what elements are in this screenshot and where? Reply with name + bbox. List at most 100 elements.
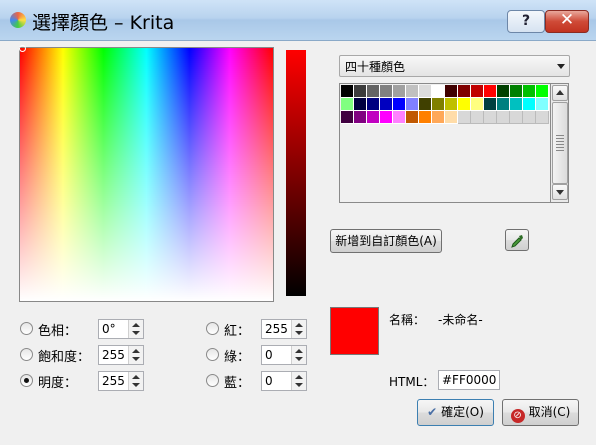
eyedropper-icon bbox=[511, 235, 523, 248]
empty-swatch[interactable] bbox=[484, 111, 497, 124]
hue-stepper[interactable] bbox=[128, 320, 143, 338]
color-swatch[interactable] bbox=[367, 98, 380, 111]
green-spinbox[interactable]: 0 bbox=[261, 345, 307, 365]
up-arrow-icon[interactable] bbox=[295, 375, 303, 379]
color-swatch[interactable] bbox=[419, 85, 432, 98]
up-arrow-icon[interactable] bbox=[132, 375, 140, 379]
add-custom-color-button[interactable]: 新增到自訂顏色(A) bbox=[330, 229, 442, 253]
scroll-down-button[interactable] bbox=[552, 184, 568, 200]
down-arrow-icon[interactable] bbox=[132, 331, 140, 335]
close-button[interactable]: ✕ bbox=[545, 10, 589, 33]
empty-swatch[interactable] bbox=[536, 111, 549, 124]
saturation-radio[interactable] bbox=[20, 348, 33, 361]
red-radio[interactable] bbox=[206, 322, 219, 335]
color-swatch[interactable] bbox=[484, 85, 497, 98]
palette-dropdown[interactable]: 四十種顏色 bbox=[339, 55, 570, 77]
down-arrow-icon[interactable] bbox=[295, 357, 303, 361]
html-color-value: #FF0000 bbox=[442, 373, 497, 387]
red-spinbox[interactable]: 255 bbox=[261, 319, 307, 339]
value-spinbox[interactable]: 255 bbox=[98, 371, 144, 391]
value-stepper[interactable] bbox=[128, 372, 143, 390]
color-swatch[interactable] bbox=[497, 85, 510, 98]
empty-swatch[interactable] bbox=[510, 111, 523, 124]
color-swatch[interactable] bbox=[367, 111, 380, 124]
blue-spinbox[interactable]: 0 bbox=[261, 371, 307, 391]
cancel-icon: ⊘ bbox=[510, 409, 525, 423]
color-swatch[interactable] bbox=[419, 111, 432, 124]
up-arrow-icon[interactable] bbox=[132, 323, 140, 327]
empty-swatch[interactable] bbox=[471, 111, 484, 124]
color-swatch[interactable] bbox=[380, 98, 393, 111]
blue-stepper[interactable] bbox=[291, 372, 306, 390]
color-swatch[interactable] bbox=[536, 98, 549, 111]
color-swatch[interactable] bbox=[471, 98, 484, 111]
color-swatch[interactable] bbox=[393, 85, 406, 98]
color-swatch[interactable] bbox=[419, 98, 432, 111]
empty-swatch[interactable] bbox=[523, 111, 536, 124]
color-swatch[interactable] bbox=[536, 85, 549, 98]
color-swatch[interactable] bbox=[354, 111, 367, 124]
color-swatch[interactable] bbox=[406, 85, 419, 98]
color-swatch[interactable] bbox=[523, 85, 536, 98]
color-swatch[interactable] bbox=[445, 98, 458, 111]
color-swatch[interactable] bbox=[380, 85, 393, 98]
hue-radio[interactable] bbox=[20, 322, 33, 335]
color-swatch[interactable] bbox=[510, 85, 523, 98]
color-swatch[interactable] bbox=[432, 85, 445, 98]
grip-icon bbox=[556, 135, 564, 151]
down-arrow-icon[interactable] bbox=[295, 331, 303, 335]
value-slider[interactable] bbox=[286, 50, 306, 296]
ok-button[interactable]: ✔ 確定(O) bbox=[417, 399, 494, 426]
chevron-down-icon[interactable] bbox=[557, 64, 565, 69]
empty-swatch[interactable] bbox=[497, 111, 510, 124]
color-swatch[interactable] bbox=[471, 85, 484, 98]
color-swatch[interactable] bbox=[497, 98, 510, 111]
scroll-up-button[interactable] bbox=[552, 85, 568, 101]
up-arrow-icon[interactable] bbox=[132, 349, 140, 353]
down-arrow-icon[interactable] bbox=[132, 383, 140, 387]
color-swatch[interactable] bbox=[510, 98, 523, 111]
scroll-thumb[interactable] bbox=[552, 102, 568, 184]
color-swatch[interactable] bbox=[341, 98, 354, 111]
up-arrow-icon[interactable] bbox=[295, 323, 303, 327]
color-swatch[interactable] bbox=[406, 111, 419, 124]
color-swatch[interactable] bbox=[458, 98, 471, 111]
color-swatch[interactable] bbox=[354, 85, 367, 98]
color-swatch[interactable] bbox=[445, 111, 458, 124]
palette-scrollbar[interactable] bbox=[550, 83, 569, 203]
spectrum-cursor[interactable] bbox=[19, 45, 26, 52]
down-arrow-icon[interactable] bbox=[295, 383, 303, 387]
down-arrow-icon[interactable] bbox=[132, 357, 140, 361]
palette-dropdown-value: 四十種顏色 bbox=[345, 60, 406, 74]
color-swatch[interactable] bbox=[380, 111, 393, 124]
checkmark-icon: ✔ bbox=[427, 405, 438, 419]
color-swatch[interactable] bbox=[432, 98, 445, 111]
empty-swatch[interactable] bbox=[458, 111, 471, 124]
hue-spinbox[interactable]: 0° bbox=[98, 319, 144, 339]
red-stepper[interactable] bbox=[291, 320, 306, 338]
value-radio[interactable] bbox=[20, 374, 33, 387]
blue-radio[interactable] bbox=[206, 374, 219, 387]
color-swatch[interactable] bbox=[458, 85, 471, 98]
green-radio[interactable] bbox=[206, 348, 219, 361]
color-swatch[interactable] bbox=[484, 98, 497, 111]
eyedropper-button[interactable] bbox=[505, 229, 529, 251]
html-color-field[interactable]: #FF0000 bbox=[438, 370, 500, 390]
color-swatch[interactable] bbox=[341, 111, 354, 124]
color-swatch[interactable] bbox=[354, 98, 367, 111]
color-swatch[interactable] bbox=[445, 85, 458, 98]
color-swatch[interactable] bbox=[406, 98, 419, 111]
up-arrow-icon[interactable] bbox=[295, 349, 303, 353]
saturation-stepper[interactable] bbox=[128, 346, 143, 364]
cancel-button[interactable]: ⊘ 取消(C) bbox=[502, 399, 579, 426]
color-swatch[interactable] bbox=[393, 98, 406, 111]
saturation-spinbox[interactable]: 255 bbox=[98, 345, 144, 365]
color-swatch[interactable] bbox=[432, 111, 445, 124]
color-swatch[interactable] bbox=[393, 111, 406, 124]
help-button[interactable]: ? bbox=[507, 10, 545, 33]
color-swatch[interactable] bbox=[341, 85, 354, 98]
color-swatch[interactable] bbox=[367, 85, 380, 98]
green-stepper[interactable] bbox=[291, 346, 306, 364]
color-swatch[interactable] bbox=[523, 98, 536, 111]
color-spectrum[interactable] bbox=[19, 47, 274, 302]
